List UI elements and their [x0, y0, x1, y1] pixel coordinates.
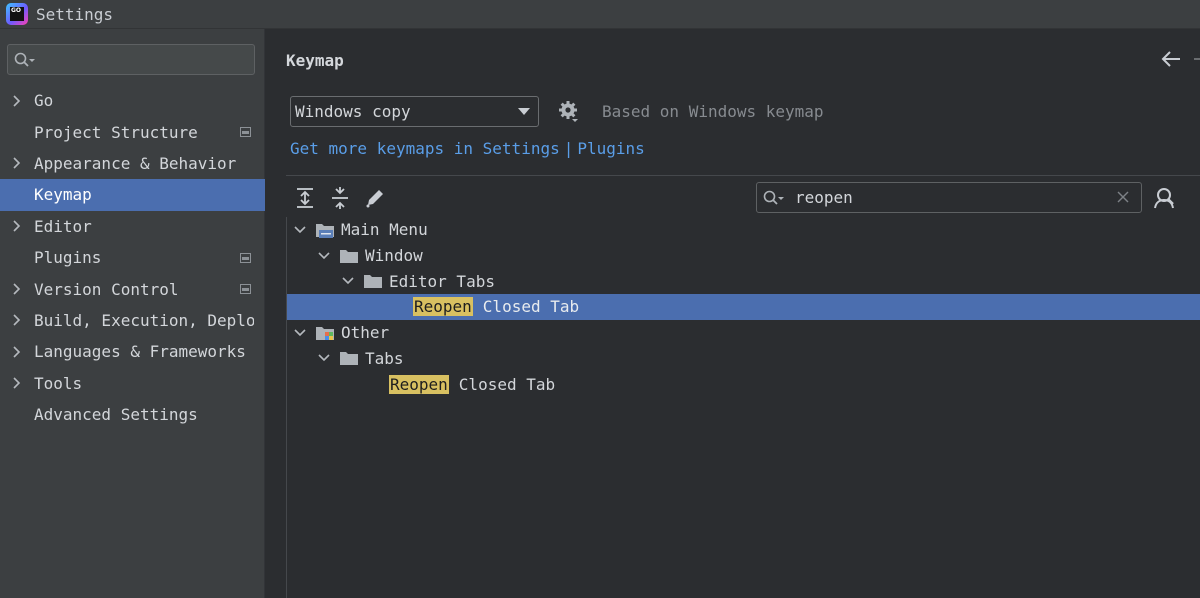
chevron-down-icon[interactable] [317, 249, 331, 263]
project-level-icon [240, 284, 251, 295]
folder-icon [340, 352, 358, 366]
collapse-all-icon[interactable] [329, 187, 351, 209]
chevron-right-icon[interactable] [12, 220, 22, 232]
plugins-link[interactable]: Plugins [577, 139, 644, 158]
forward-arrow-icon[interactable] [1192, 49, 1200, 69]
chevron-right-icon[interactable] [12, 346, 22, 358]
search-match-highlight: Reopen [413, 297, 473, 317]
tree-node-other[interactable]: Other [287, 320, 1200, 346]
chevron-down-icon[interactable] [293, 326, 307, 340]
tree-node-main-menu[interactable]: Main Menu [287, 217, 1200, 243]
sidebar-item-appearance-behavior[interactable]: Appearance & Behavior [0, 148, 265, 179]
chevron-right-icon[interactable] [12, 283, 22, 295]
sidebar-item-advanced-settings[interactable]: Advanced Settings [0, 399, 265, 430]
clear-search-icon[interactable] [1117, 191, 1129, 203]
tree-node-editor-tabs[interactable]: Editor Tabs [287, 268, 1200, 294]
sidebar-search-input[interactable] [40, 50, 240, 69]
keymap-links: Get more keymaps in Settings | Plugins [290, 139, 645, 158]
sidebar-item-label: Version Control [34, 279, 179, 299]
keymap-action-tree: Main Menu Window Editor Tabs Reopen Clos… [286, 217, 1200, 598]
search-match-highlight: Reopen [389, 374, 449, 394]
gear-icon[interactable] [558, 100, 580, 124]
chevron-right-icon[interactable] [12, 314, 22, 326]
folder-icon [340, 249, 358, 263]
settings-sidebar: Go Project Structure Appearance & Behavi… [0, 29, 265, 598]
sidebar-item-go[interactable]: Go [0, 85, 265, 116]
sidebar-item-version-control[interactable]: Version Control [0, 273, 265, 304]
sidebar-item-label: Go [34, 91, 54, 111]
sidebar-item-label: Editor [34, 216, 92, 236]
sidebar-item-label: Languages & Frameworks [34, 342, 246, 362]
link-separator: | [563, 139, 574, 158]
search-icon [14, 52, 35, 67]
sidebar-item-label: Appearance & Behavior [34, 153, 237, 173]
project-level-icon [240, 252, 251, 263]
chevron-right-icon[interactable] [12, 95, 22, 107]
keymap-select-value: Windows copy [295, 102, 411, 121]
chevron-right-icon[interactable] [12, 157, 22, 170]
keymap-select[interactable]: Windows copy [290, 96, 539, 127]
page-title: Keymap [286, 51, 344, 70]
title-bar: GO Settings [0, 0, 1200, 29]
app-logo-icon: GO [6, 3, 28, 25]
sidebar-item-languages-frameworks[interactable]: Languages & Frameworks [0, 336, 265, 367]
tree-node-reopen-closed-tab[interactable]: Reopen Closed Tab [287, 371, 1200, 397]
sidebar-item-editor[interactable]: Editor [0, 211, 265, 242]
get-more-keymaps-link[interactable]: Get more keymaps in Settings [290, 139, 560, 158]
sidebar-item-label: Tools [34, 373, 83, 393]
sidebar-item-project-structure[interactable]: Project Structure [0, 116, 265, 147]
sidebar-item-plugins[interactable]: Plugins [0, 242, 265, 273]
back-arrow-icon[interactable] [1160, 49, 1182, 69]
sidebar-item-label: Build, Execution, Deplo [34, 310, 254, 330]
based-on-label: Based on Windows keymap [602, 102, 824, 121]
tree-search-input[interactable] [795, 188, 1095, 207]
tree-node-label: Window [365, 246, 423, 266]
edit-pencil-icon[interactable] [364, 187, 386, 209]
folder-icon [364, 275, 382, 289]
sidebar-item-tools[interactable]: Tools [0, 368, 265, 399]
main-menu-icon [316, 223, 334, 238]
chevron-down-icon[interactable] [317, 351, 331, 365]
tree-node-label: Other [341, 323, 390, 343]
tree-node-reopen-closed-tab[interactable]: Reopen Closed Tab [287, 294, 1200, 320]
window-title: Settings [36, 4, 114, 24]
sidebar-item-build-execution-deployment[interactable]: Build, Execution, Deplo [0, 305, 265, 336]
expand-all-icon[interactable] [294, 187, 316, 209]
section-divider [286, 175, 1200, 176]
sidebar-search-box[interactable] [7, 44, 255, 75]
tree-node-label: Editor Tabs [389, 271, 495, 291]
other-actions-icon [316, 326, 334, 340]
search-icon [763, 190, 784, 205]
settings-nav-list: Go Project Structure Appearance & Behavi… [0, 85, 265, 430]
tree-node-label: Tabs [365, 348, 404, 368]
tree-node-label: Closed Tab [458, 374, 556, 394]
tree-node-window[interactable]: Window [287, 243, 1200, 269]
tree-node-tabs[interactable]: Tabs [287, 346, 1200, 372]
tree-node-label: Closed Tab [482, 297, 580, 317]
find-by-shortcut-icon[interactable] [1152, 186, 1176, 210]
sidebar-item-keymap[interactable]: Keymap [0, 179, 265, 211]
tree-node-label: Main Menu [341, 220, 428, 240]
sidebar-item-label: Project Structure [34, 122, 198, 142]
sidebar-item-label: Keymap [34, 185, 92, 205]
chevron-right-icon[interactable] [12, 377, 22, 389]
keymap-panel: Keymap Windows copy Based on Windows key… [266, 29, 1200, 598]
project-level-icon [240, 127, 251, 138]
chevron-down-icon[interactable] [341, 274, 355, 288]
chevron-down-icon[interactable] [293, 223, 307, 237]
tree-search-box[interactable] [756, 182, 1142, 213]
sidebar-item-label: Plugins [34, 248, 102, 268]
sidebar-item-label: Advanced Settings [34, 405, 198, 425]
dropdown-caret-icon [518, 108, 530, 115]
